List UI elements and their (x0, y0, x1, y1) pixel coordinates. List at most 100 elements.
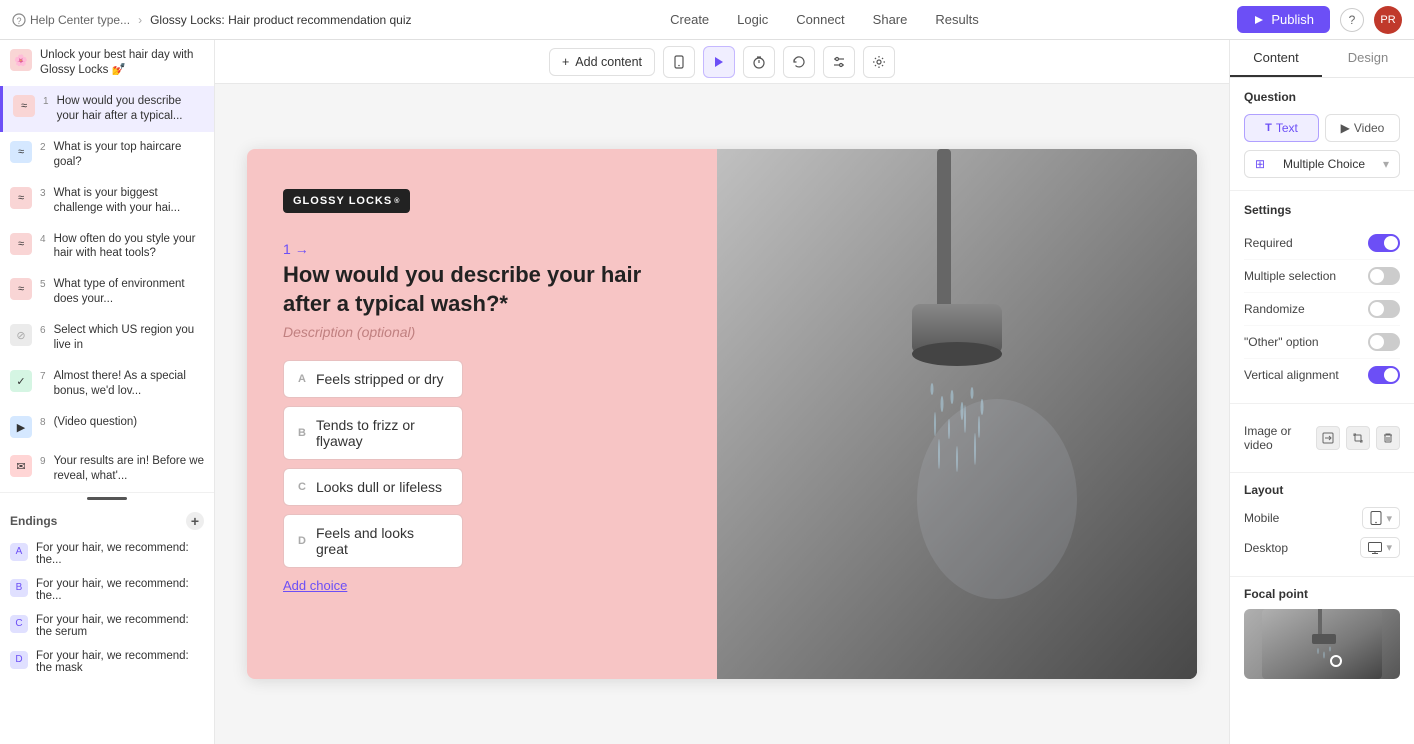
tab-content[interactable]: Content (1230, 40, 1322, 77)
randomize-toggle[interactable] (1368, 300, 1400, 318)
ending-item-b[interactable]: B For your hair, we recommend: the... (0, 572, 214, 608)
mobile-icon (672, 55, 686, 69)
help-circle-icon[interactable]: ? (1340, 8, 1364, 32)
vertical-alignment-toggle[interactable] (1368, 366, 1400, 384)
mobile-layout-row: Mobile ▾ (1244, 507, 1400, 529)
mobile-layout-selector[interactable]: ▾ (1362, 507, 1400, 529)
item2-text: What is your top haircare goal? (54, 140, 204, 170)
shower-svg (717, 149, 1197, 679)
required-toggle[interactable] (1368, 234, 1400, 252)
sidebar-item-6[interactable]: ⊘ 6 Select which US region you live in (0, 315, 214, 361)
nav-right: Publish ? PR (1237, 6, 1402, 34)
crop-icon (1352, 432, 1364, 444)
focal-point-dot[interactable] (1330, 655, 1342, 667)
q-num-text: 1 (283, 241, 291, 257)
item3-icon: ≈ (10, 187, 32, 209)
canvas-wrapper: GLOSSY LOCKS® 1 → How would you describe… (215, 84, 1229, 744)
sidebar-item-7[interactable]: ✓ 7 Almost there! As a special bonus, we… (0, 361, 214, 407)
other-option-toggle[interactable] (1368, 333, 1400, 351)
multiple-choice-selector[interactable]: ⊞ Multiple Choice ▾ (1244, 150, 1400, 178)
choice-c-text: Looks dull or lifeless (316, 479, 442, 495)
item1-text: How would you describe your hair after a… (57, 94, 204, 124)
sidebar: 🌸 Unlock your best hair day with Glossy … (0, 40, 215, 744)
settings-sliders-button[interactable] (823, 46, 855, 78)
nav-logic[interactable]: Logic (735, 8, 770, 31)
ending-item-a[interactable]: A For your hair, we recommend: the... (0, 536, 214, 572)
image-swap-button[interactable] (1316, 426, 1340, 450)
text-type-button[interactable]: T Text (1244, 114, 1319, 142)
sidebar-item-8[interactable]: ▶ 8 (Video question) (0, 407, 214, 446)
vertical-alignment-label: Vertical alignment (1244, 368, 1339, 382)
choice-b-letter: B (298, 427, 306, 439)
play-button[interactable] (703, 46, 735, 78)
choice-a[interactable]: A Feels stripped or dry (283, 360, 463, 398)
image-crop-button[interactable] (1346, 426, 1370, 450)
question-text: How would you describe your hair after a… (283, 261, 663, 318)
gear-button[interactable] (863, 46, 895, 78)
publish-button[interactable]: Publish (1237, 6, 1330, 33)
item7-text: Almost there! As a special bonus, we'd l… (54, 369, 204, 399)
top-nav: ? Help Center type... › Glossy Locks: Ha… (0, 0, 1414, 40)
choice-b[interactable]: B Tends to frizz or flyaway (283, 406, 463, 460)
nav-share[interactable]: Share (871, 8, 910, 31)
choice-b-text: Tends to frizz or flyaway (316, 417, 448, 449)
sidebar-item-5[interactable]: ≈ 5 What type of environment does your..… (0, 269, 214, 315)
breadcrumb-current: Glossy Locks: Hair product recommendatio… (150, 13, 411, 27)
refresh-icon (792, 55, 806, 69)
layout-section: Layout Mobile ▾ Desktop ▾ (1230, 473, 1414, 577)
avatar-button[interactable]: PR (1374, 6, 1402, 34)
mc-label: Multiple Choice (1283, 157, 1365, 171)
item6-num: 6 (40, 325, 46, 336)
add-ending-button[interactable]: + (186, 512, 204, 530)
nav-create[interactable]: Create (668, 8, 711, 31)
help-center-link[interactable]: ? Help Center type... (12, 13, 130, 27)
required-row: Required (1244, 227, 1400, 260)
ending-item-d[interactable]: D For your hair, we recommend: the mask (0, 644, 214, 680)
shower-background (717, 149, 1197, 679)
mobile-layout-label: Mobile (1244, 511, 1279, 525)
choices-list: A Feels stripped or dry B Tends to frizz… (283, 360, 681, 568)
video-type-button[interactable]: ▶ Video (1325, 114, 1400, 142)
ending-item-c[interactable]: C For your hair, we recommend: the serum (0, 608, 214, 644)
question-number: 1 → (283, 241, 681, 257)
sidebar-item-intro[interactable]: 🌸 Unlock your best hair day with Glossy … (0, 40, 214, 86)
ending-badge-a: A (10, 543, 28, 561)
sidebar-item-4[interactable]: ≈ 4 How often do you style your hair wit… (0, 224, 214, 270)
nav-results[interactable]: Results (933, 8, 980, 31)
focal-image[interactable] (1244, 609, 1400, 679)
ending-badge-d: D (10, 651, 28, 669)
choice-d[interactable]: D Feels and looks great (283, 514, 463, 568)
scroll-indicator (87, 497, 127, 500)
ending-badge-b: B (10, 579, 28, 597)
swap-icon (1322, 432, 1334, 444)
intro-text: Unlock your best hair day with Glossy Lo… (40, 48, 204, 78)
tab-design[interactable]: Design (1322, 40, 1414, 77)
endings-label: Endings (10, 514, 57, 528)
refresh-button[interactable] (783, 46, 815, 78)
item1-num: 1 (43, 96, 49, 107)
sidebar-item-3[interactable]: ≈ 3 What is your biggest challenge with … (0, 178, 214, 224)
mobile-view-button[interactable] (663, 46, 695, 78)
sidebar-item-2[interactable]: ≈ 2 What is your top haircare goal? (0, 132, 214, 178)
sidebar-item-1[interactable]: ≈ 1 How would you describe your hair aft… (0, 86, 214, 132)
choice-c[interactable]: C Looks dull or lifeless (283, 468, 463, 506)
sidebar-item-9[interactable]: ✉ 9 Your results are in! Before we revea… (0, 446, 214, 492)
svg-text:?: ? (16, 16, 21, 26)
desktop-layout-selector[interactable]: ▾ (1360, 537, 1400, 558)
item4-num: 4 (40, 234, 46, 245)
toolbar: + Add content (215, 40, 1229, 84)
multiple-selection-toggle[interactable] (1368, 267, 1400, 285)
other-option-row: "Other" option (1244, 326, 1400, 359)
question-description[interactable]: Description (optional) (283, 324, 681, 340)
choice-d-letter: D (298, 535, 306, 547)
choice-d-text: Feels and looks great (316, 525, 448, 557)
right-panel: Content Design Question T Text ▶ Video ⊞… (1229, 40, 1414, 744)
item5-icon: ≈ (10, 278, 32, 300)
timer-icon (752, 55, 766, 69)
add-content-button[interactable]: + Add content (549, 48, 655, 76)
timer-button[interactable] (743, 46, 775, 78)
item6-icon: ⊘ (10, 324, 32, 346)
nav-connect[interactable]: Connect (794, 8, 846, 31)
add-choice-link[interactable]: Add choice (283, 578, 681, 593)
image-delete-button[interactable] (1376, 426, 1400, 450)
